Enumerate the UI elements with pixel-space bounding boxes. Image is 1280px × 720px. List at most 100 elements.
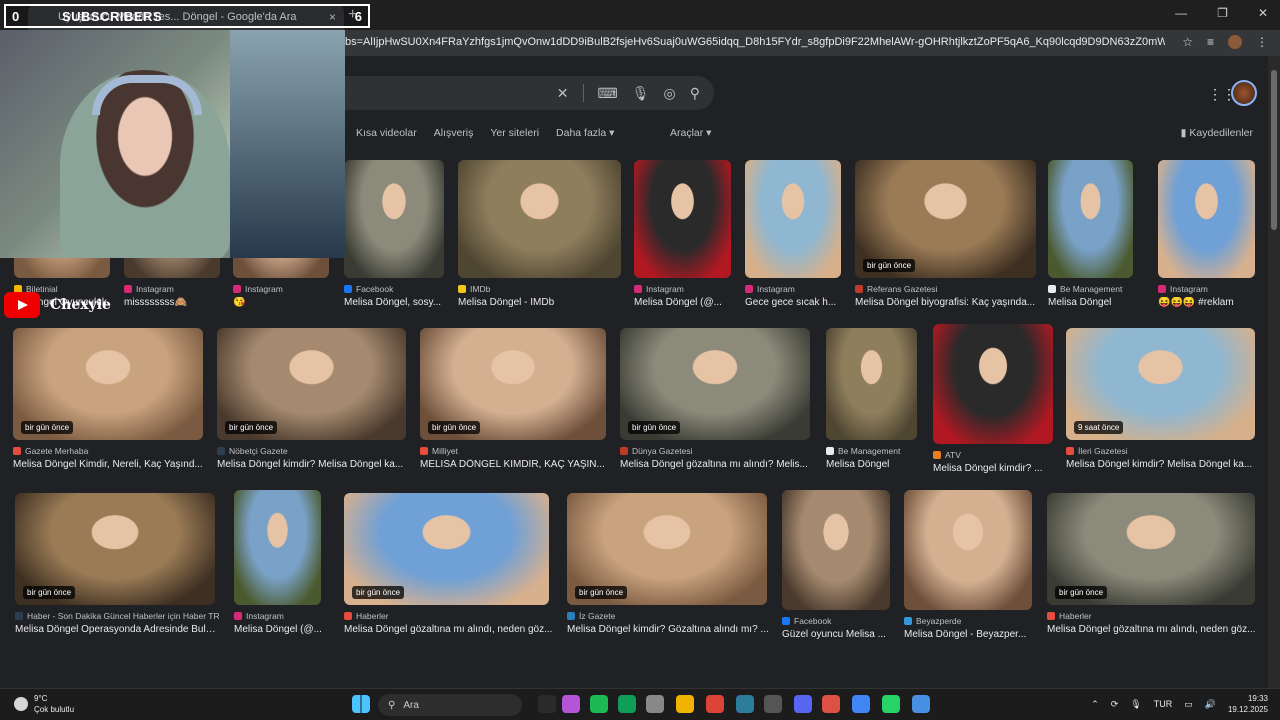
result-source[interactable]: Haberler xyxy=(1047,611,1092,621)
result-title[interactable]: Melisa Döngel gözaltına mı alındı, neden… xyxy=(1047,624,1259,635)
result-title[interactable]: Melisa Döngel Kimdir, Nereli, Kaç Yaşınd… xyxy=(13,459,207,470)
result-title[interactable]: Melisa Döngel (@... xyxy=(234,624,325,635)
obs-icon[interactable] xyxy=(764,695,782,713)
chrome-alt-icon[interactable] xyxy=(852,695,870,713)
result-title[interactable]: Melisa Döngel - IMDb xyxy=(458,297,625,308)
weather-widget[interactable]: 9°C Çok bulutlu xyxy=(14,693,74,715)
result-source[interactable]: Instagram xyxy=(745,284,795,294)
filter-shopping[interactable]: Alışveriş xyxy=(434,127,474,139)
result-title[interactable]: Melisa Döngel, sosy... xyxy=(344,297,448,308)
result-thumbnail[interactable] xyxy=(634,160,731,278)
result-thumbnail[interactable]: bir gün önce xyxy=(1047,493,1255,605)
google-avatar[interactable] xyxy=(1231,80,1257,106)
result-source[interactable]: Instagram xyxy=(634,284,684,294)
result-thumbnail[interactable] xyxy=(826,328,917,440)
result-thumbnail[interactable] xyxy=(458,160,621,278)
result-thumbnail[interactable] xyxy=(904,490,1032,610)
result-title[interactable]: Melisa Döngel biyografisi: Kaç yaşında..… xyxy=(855,297,1040,308)
result-title[interactable]: Güzel oyuncu Melisa ... xyxy=(782,629,894,640)
result-thumbnail[interactable]: bir gün önce xyxy=(15,493,215,605)
taskbar-search[interactable]: ⚲ Ara xyxy=(378,694,522,716)
result-title[interactable]: MELİSA DÖNGEL KİMDİR, KAÇ YAŞIN... xyxy=(420,459,610,470)
result-source[interactable]: Instagram xyxy=(124,284,174,294)
language-indicator[interactable]: TUR xyxy=(1154,699,1173,709)
result-title[interactable]: Melisa Döngel kimdir? ... xyxy=(933,463,1057,474)
result-thumbnail[interactable] xyxy=(933,324,1053,444)
result-source[interactable]: ATV xyxy=(933,450,961,460)
result-source[interactable]: Instagram xyxy=(234,611,284,621)
result-thumbnail[interactable]: bir gün önce xyxy=(217,328,406,440)
result-source[interactable]: IMDb xyxy=(458,284,490,294)
result-thumbnail[interactable]: bir gün önce xyxy=(620,328,810,440)
result-source[interactable]: Instagram xyxy=(1158,284,1208,294)
filter-places[interactable]: Yer siteleri xyxy=(490,127,539,139)
result-title[interactable]: Melisa Döngel kimdir? Gözaltına alındı m… xyxy=(567,624,771,635)
keyboard-icon[interactable]: ⌨ xyxy=(598,85,618,102)
network-icon[interactable]: ▭ xyxy=(1184,699,1193,710)
copilot-icon[interactable] xyxy=(562,695,580,713)
result-title[interactable]: missssssss🙈 xyxy=(124,297,224,308)
result-title[interactable]: Melisa Döngel kimdir? Melisa Döngel ka..… xyxy=(217,459,410,470)
result-title[interactable]: 😘 xyxy=(233,297,333,308)
result-thumbnail[interactable]: bir gün önce xyxy=(420,328,606,440)
task-view-icon[interactable] xyxy=(538,695,556,713)
close-window-button[interactable]: ✕ xyxy=(1258,6,1268,20)
mic-icon[interactable]: 🎙 xyxy=(1130,699,1141,710)
result-source[interactable]: Be Management xyxy=(826,446,900,456)
chrome-profile-icon[interactable] xyxy=(822,695,840,713)
result-source[interactable]: Instagram xyxy=(233,284,283,294)
volume-icon[interactable]: 🔊 xyxy=(1205,699,1216,710)
chrome-icon[interactable] xyxy=(706,695,724,713)
discord-icon[interactable] xyxy=(794,695,812,713)
scrollbar[interactable] xyxy=(1268,56,1280,688)
result-thumbnail[interactable]: bir gün önce xyxy=(855,160,1036,278)
saved-button[interactable]: ▮ Kaydedilenler xyxy=(1181,127,1253,139)
result-title[interactable]: Melisa Döngel (@... xyxy=(634,297,735,308)
result-thumbnail[interactable]: 9 saat önce xyxy=(1066,328,1255,440)
result-thumbnail[interactable]: bir gün önce xyxy=(567,493,767,605)
search-box[interactable]: ✕ ⌨ 🎙 ◎ ⚲ xyxy=(318,76,714,110)
clock[interactable]: 19:33 19.12.2025 xyxy=(1228,693,1268,715)
result-source[interactable]: Be Management xyxy=(1048,284,1122,294)
lens-icon[interactable]: ◎ xyxy=(664,85,676,102)
sync-icon[interactable]: ⟳ xyxy=(1111,699,1119,710)
result-source[interactable]: İz Gazete xyxy=(567,611,615,621)
result-source[interactable]: Haberler xyxy=(344,611,389,621)
result-source[interactable]: Haber - Son Dakika Güncel Haberler için … xyxy=(15,611,220,621)
result-title[interactable]: Melisa Döngel xyxy=(1048,297,1137,308)
windows-start-icon[interactable] xyxy=(352,695,370,713)
bookmark-star-icon[interactable]: ☆ xyxy=(1182,35,1193,49)
explorer-icon[interactable] xyxy=(676,695,694,713)
result-source[interactable]: İleri Gazetesi xyxy=(1066,446,1128,456)
result-thumbnail[interactable] xyxy=(1158,160,1255,278)
menu-icon[interactable]: ⋮ xyxy=(1256,35,1268,49)
scrollbar-thumb[interactable] xyxy=(1271,70,1277,230)
result-thumbnail[interactable] xyxy=(234,490,321,605)
result-thumbnail[interactable]: bir gün önce xyxy=(344,493,549,605)
result-title[interactable]: Melisa Döngel xyxy=(826,459,921,470)
filter-short-videos[interactable]: Kısa videolar xyxy=(356,127,417,139)
maximize-button[interactable]: ❐ xyxy=(1217,6,1228,20)
clear-icon[interactable]: ✕ xyxy=(557,85,569,102)
result-source[interactable]: Facebook xyxy=(344,284,393,294)
mic-icon[interactable]: 🎙 xyxy=(632,85,650,102)
result-title[interactable]: Melisa Döngel Operasyonda Adresinde Bulu… xyxy=(15,624,219,635)
spotify-icon[interactable] xyxy=(590,695,608,713)
result-title[interactable]: 😝😝😝 #reklam xyxy=(1158,297,1259,308)
result-thumbnail[interactable] xyxy=(782,490,890,610)
result-title[interactable]: Gece gece sıcak h... xyxy=(745,297,845,308)
profile-avatar[interactable] xyxy=(1228,35,1242,49)
result-source[interactable]: Nöbetçi Gazete xyxy=(217,446,288,456)
snipping-icon[interactable] xyxy=(912,695,930,713)
reading-list-icon[interactable]: ≡ xyxy=(1207,35,1214,49)
filter-more[interactable]: Daha fazla ▾ xyxy=(556,127,614,139)
result-thumbnail[interactable] xyxy=(344,160,444,278)
result-thumbnail[interactable] xyxy=(745,160,841,278)
result-thumbnail[interactable] xyxy=(1048,160,1133,278)
minimize-button[interactable]: — xyxy=(1175,6,1187,20)
result-thumbnail[interactable]: bir gün önce xyxy=(13,328,203,440)
edge-icon[interactable] xyxy=(618,695,636,713)
result-source[interactable]: Gazete Merhaba xyxy=(13,446,88,456)
result-title[interactable]: Melisa Döngel gözaltına mı alındı, neden… xyxy=(344,624,553,635)
chevron-up-icon[interactable]: ⌃ xyxy=(1091,699,1099,710)
